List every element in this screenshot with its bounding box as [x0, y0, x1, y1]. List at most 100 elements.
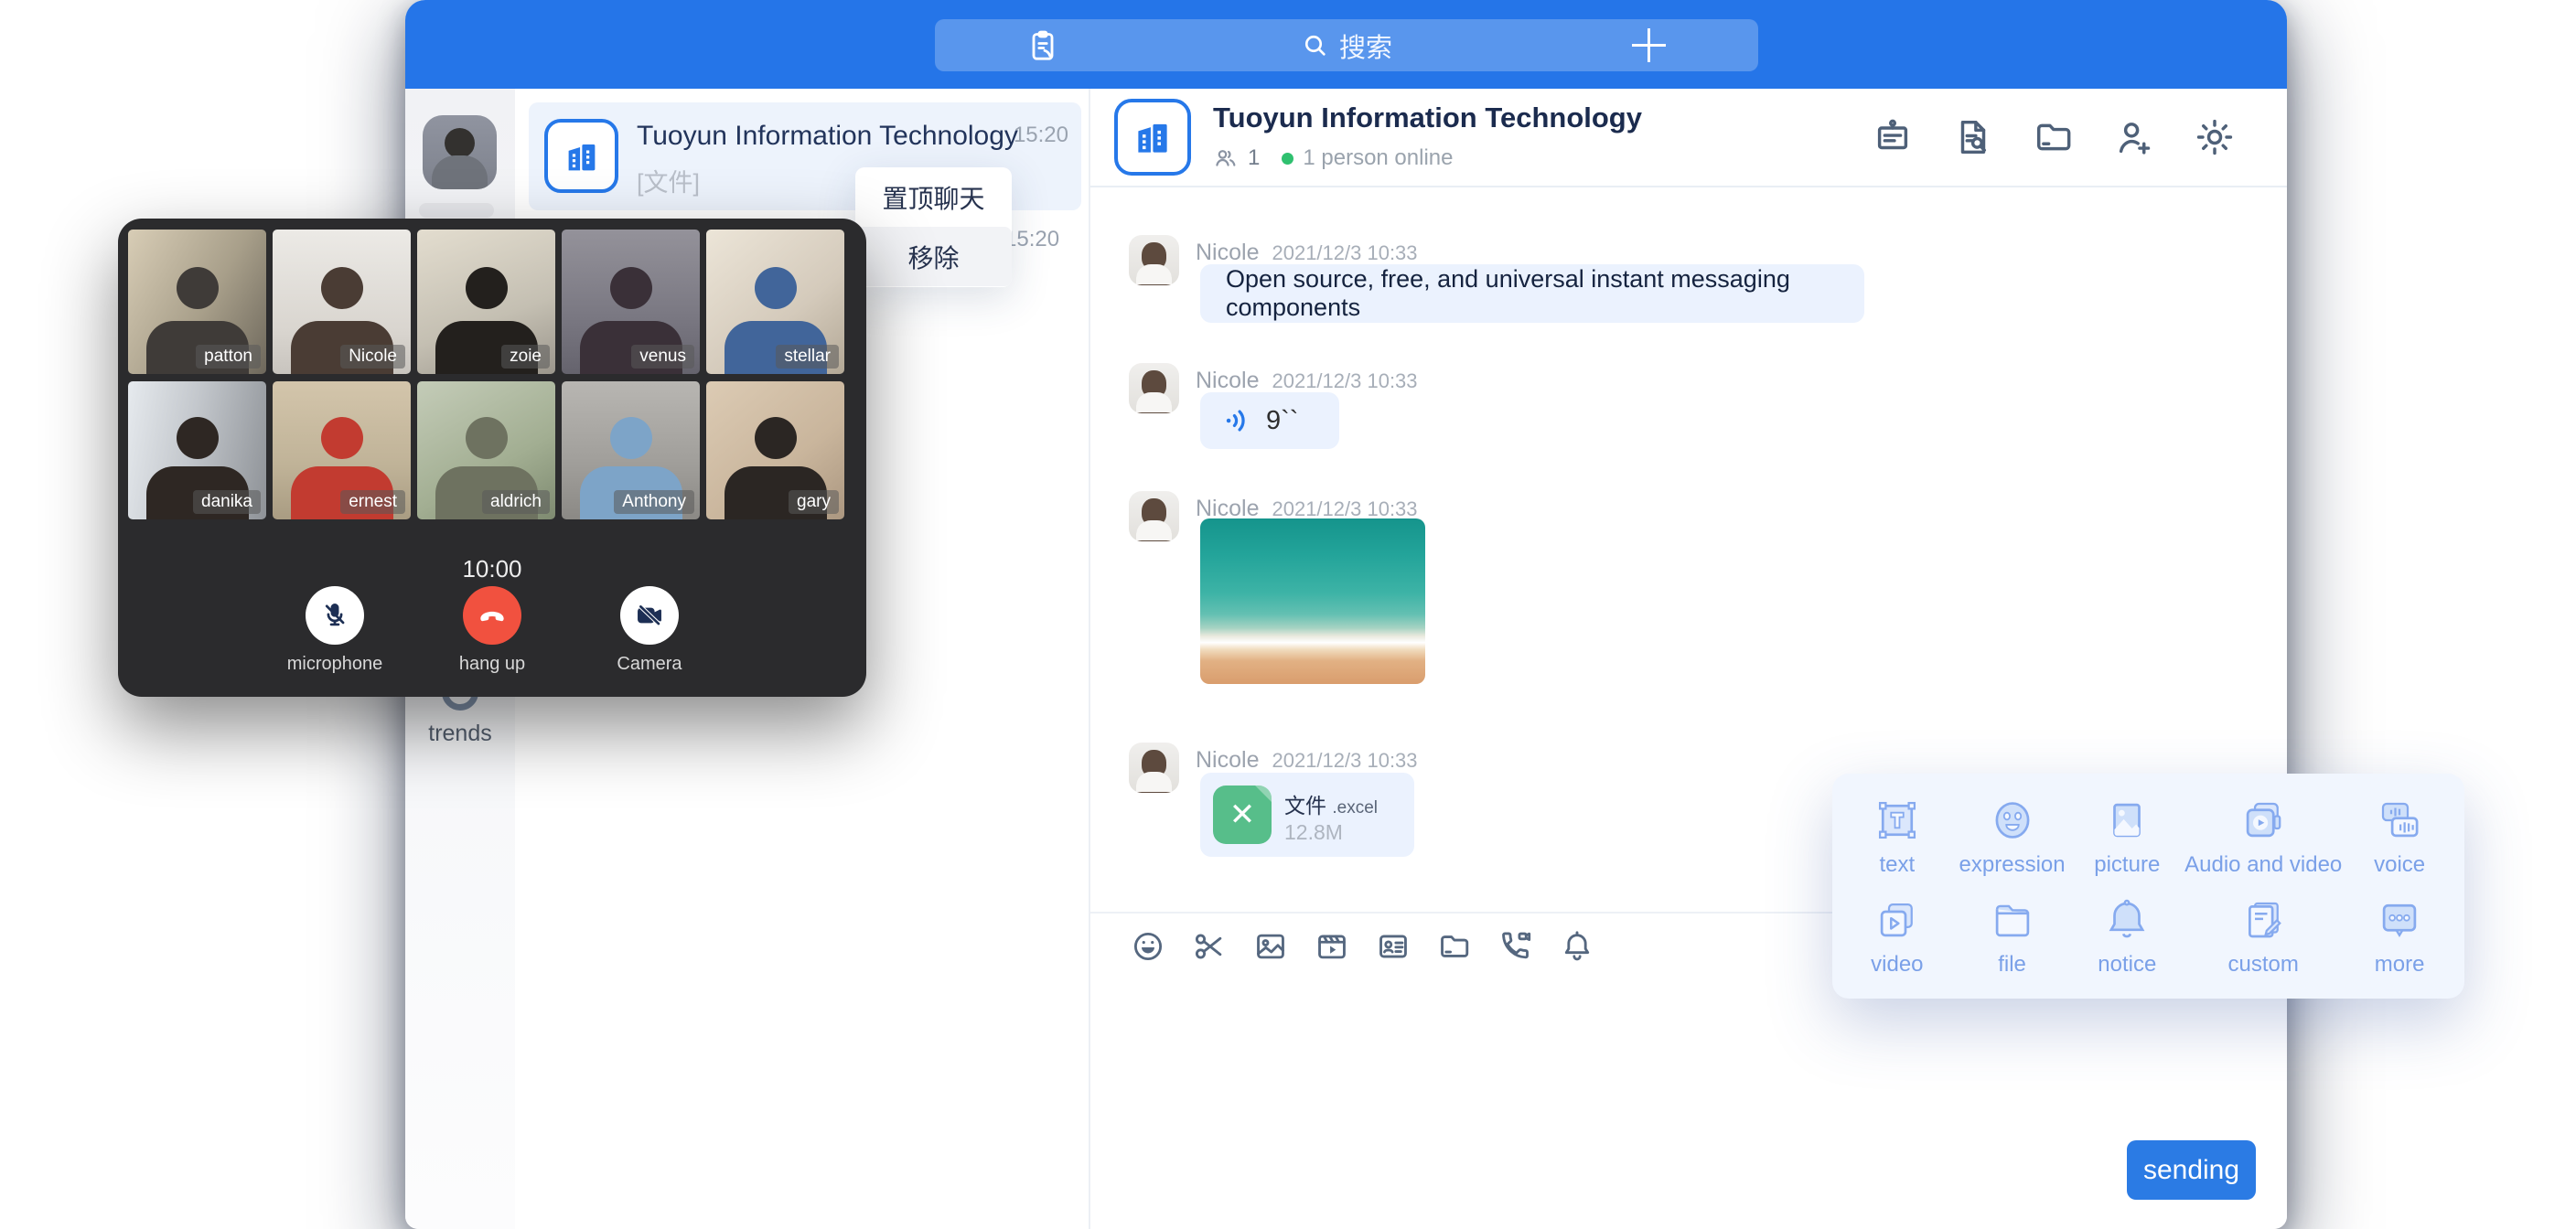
- members-icon: [1213, 145, 1239, 171]
- audio-video-icon: [2238, 796, 2288, 845]
- search-history-icon[interactable]: [1952, 116, 1994, 158]
- message-header: Nicole2021/12/3 10:33: [1196, 240, 1418, 266]
- bell-icon[interactable]: [1560, 929, 1594, 964]
- participant-tile[interactable]: zoie: [417, 230, 555, 374]
- participant-tile[interactable]: stellar: [706, 230, 844, 374]
- panel-item-file[interactable]: file: [1955, 886, 2070, 986]
- top-bar: 搜索: [405, 0, 2287, 89]
- participant-tile[interactable]: danika: [128, 381, 266, 519]
- search-bar[interactable]: 搜索: [935, 19, 1758, 71]
- hang-up-button[interactable]: hang up: [438, 586, 546, 675]
- chat-panel: Tuoyun Information Technology 1 1 person…: [1089, 89, 2287, 1229]
- group-building-icon: [1114, 99, 1191, 176]
- panel-item-video[interactable]: video: [1840, 886, 1955, 986]
- panel-item-audio-video[interactable]: Audio and video: [2184, 786, 2342, 886]
- scissors-icon[interactable]: [1192, 929, 1227, 964]
- chat-title: Tuoyun Information Technology: [1213, 102, 1642, 134]
- file-icon: [1988, 895, 2037, 945]
- participant-tile[interactable]: venus: [562, 230, 700, 374]
- hang-up-icon: [475, 598, 510, 633]
- folder-icon[interactable]: [1437, 929, 1472, 964]
- emoji-icon[interactable]: [1131, 929, 1165, 964]
- voice-icon: [2375, 796, 2424, 845]
- participant-tile[interactable]: aldrich: [417, 381, 555, 519]
- avatar[interactable]: [1129, 491, 1179, 541]
- member-count: 1: [1248, 145, 1260, 171]
- chat-header: Tuoyun Information Technology 1 1 person…: [1090, 89, 2287, 187]
- folder-icon[interactable]: [2033, 116, 2075, 158]
- participant-tile[interactable]: gary: [706, 381, 844, 519]
- sender-name: Nicole: [1196, 747, 1259, 773]
- panel-item-notice[interactable]: notice: [2069, 886, 2184, 986]
- participant-grid: patton Nicole zoie venus stellar danika …: [128, 230, 844, 519]
- panel-item-voice[interactable]: voice: [2342, 786, 2457, 886]
- message-header: Nicole 2021/12/3 10:33: [1196, 368, 1418, 394]
- conversation-context-menu: 置顶聊天 移除: [855, 167, 1012, 287]
- notice-bell-icon: [2102, 895, 2152, 945]
- my-avatar[interactable]: [423, 115, 497, 189]
- online-dot: [1282, 153, 1293, 165]
- message-time: 2021/12/3 10:33: [1272, 241, 1417, 264]
- sidebar-placeholder: [419, 203, 494, 218]
- custom-icon: [2238, 895, 2288, 945]
- file-size: 12.8M: [1284, 820, 1343, 845]
- video-icon: [1873, 895, 1922, 945]
- participant-tile[interactable]: ernest: [273, 381, 411, 519]
- chat-subline: 1 1 person online: [1213, 145, 1453, 171]
- search-placeholder: 搜索: [1339, 27, 1392, 65]
- avatar[interactable]: [1129, 743, 1179, 793]
- panel-item-custom[interactable]: custom: [2184, 886, 2342, 986]
- panel-item-picture[interactable]: picture: [2069, 786, 2184, 886]
- voice-wave-icon: [1222, 405, 1253, 436]
- participant-tile[interactable]: patton: [128, 230, 266, 374]
- message-list: Nicole 2021/12/3 10:33 Open source, free,…: [1090, 189, 2287, 1229]
- file-message-bubble[interactable]: ✕ 文件 .excel 12.8M: [1200, 773, 1414, 857]
- id-card-icon[interactable]: [1376, 929, 1411, 964]
- image-message-beach[interactable]: [1200, 518, 1425, 684]
- expression-icon: [1988, 796, 2037, 845]
- clapper-icon[interactable]: [1315, 929, 1349, 964]
- menu-item-pin-chat[interactable]: 置顶聊天: [855, 167, 1012, 227]
- conversation-time: 15:20: [1014, 123, 1068, 148]
- microphone-button[interactable]: microphone: [281, 586, 389, 675]
- gear-icon[interactable]: [2194, 116, 2236, 158]
- video-call-icon[interactable]: [1498, 929, 1533, 964]
- video-call-overlay: patton Nicole zoie venus stellar danika …: [118, 219, 866, 697]
- excel-file-icon: ✕: [1213, 785, 1272, 844]
- group-building-icon: [544, 119, 618, 193]
- online-status: 1 person online: [1303, 145, 1453, 171]
- panel-item-more[interactable]: more: [2342, 886, 2457, 986]
- sender-name: Nicole: [1196, 368, 1259, 393]
- voice-message-bubble[interactable]: 9``: [1200, 392, 1339, 449]
- image-icon[interactable]: [1253, 929, 1288, 964]
- plus-icon[interactable]: [1630, 27, 1667, 63]
- text-icon: [1873, 796, 1922, 845]
- send-button[interactable]: sending: [2127, 1140, 2256, 1200]
- participant-tile[interactable]: Nicole: [273, 230, 411, 374]
- participant-tile[interactable]: Anthony: [562, 381, 700, 519]
- panel-item-text[interactable]: text: [1840, 786, 1955, 886]
- call-timer: 10:00: [118, 555, 866, 583]
- file-ext: .excel: [1332, 798, 1378, 818]
- menu-item-remove[interactable]: 移除: [855, 227, 1012, 286]
- conversation-time: 15:20: [1004, 227, 1059, 252]
- voice-duration: 9``: [1266, 406, 1298, 436]
- file-name: 文件: [1284, 794, 1326, 818]
- message-type-panel: text expression picture Audio and video: [1832, 774, 2464, 999]
- announcement-board-icon[interactable]: [1872, 116, 1914, 158]
- avatar[interactable]: [1129, 363, 1179, 413]
- conversation-title: Tuoyun Information Technology: [637, 121, 1018, 152]
- picture-icon: [2102, 796, 2152, 845]
- sender-name: Nicole: [1196, 496, 1259, 521]
- panel-item-expression[interactable]: expression: [1955, 786, 2070, 886]
- conversation-last-message: [文件]: [637, 163, 700, 198]
- message-time: 2021/12/3 10:33: [1272, 369, 1417, 392]
- message-text: Open source, free, and universal instant…: [1226, 265, 1839, 322]
- camera-button[interactable]: Camera: [596, 586, 703, 675]
- avatar[interactable]: [1129, 235, 1179, 285]
- text-message-bubble[interactable]: Open source, free, and universal instant…: [1200, 264, 1864, 323]
- mic-muted-icon: [319, 600, 350, 631]
- add-member-icon[interactable]: [2113, 116, 2155, 158]
- camera-muted-icon: [634, 600, 665, 631]
- message-header: Nicole2021/12/3 10:33: [1196, 747, 1418, 774]
